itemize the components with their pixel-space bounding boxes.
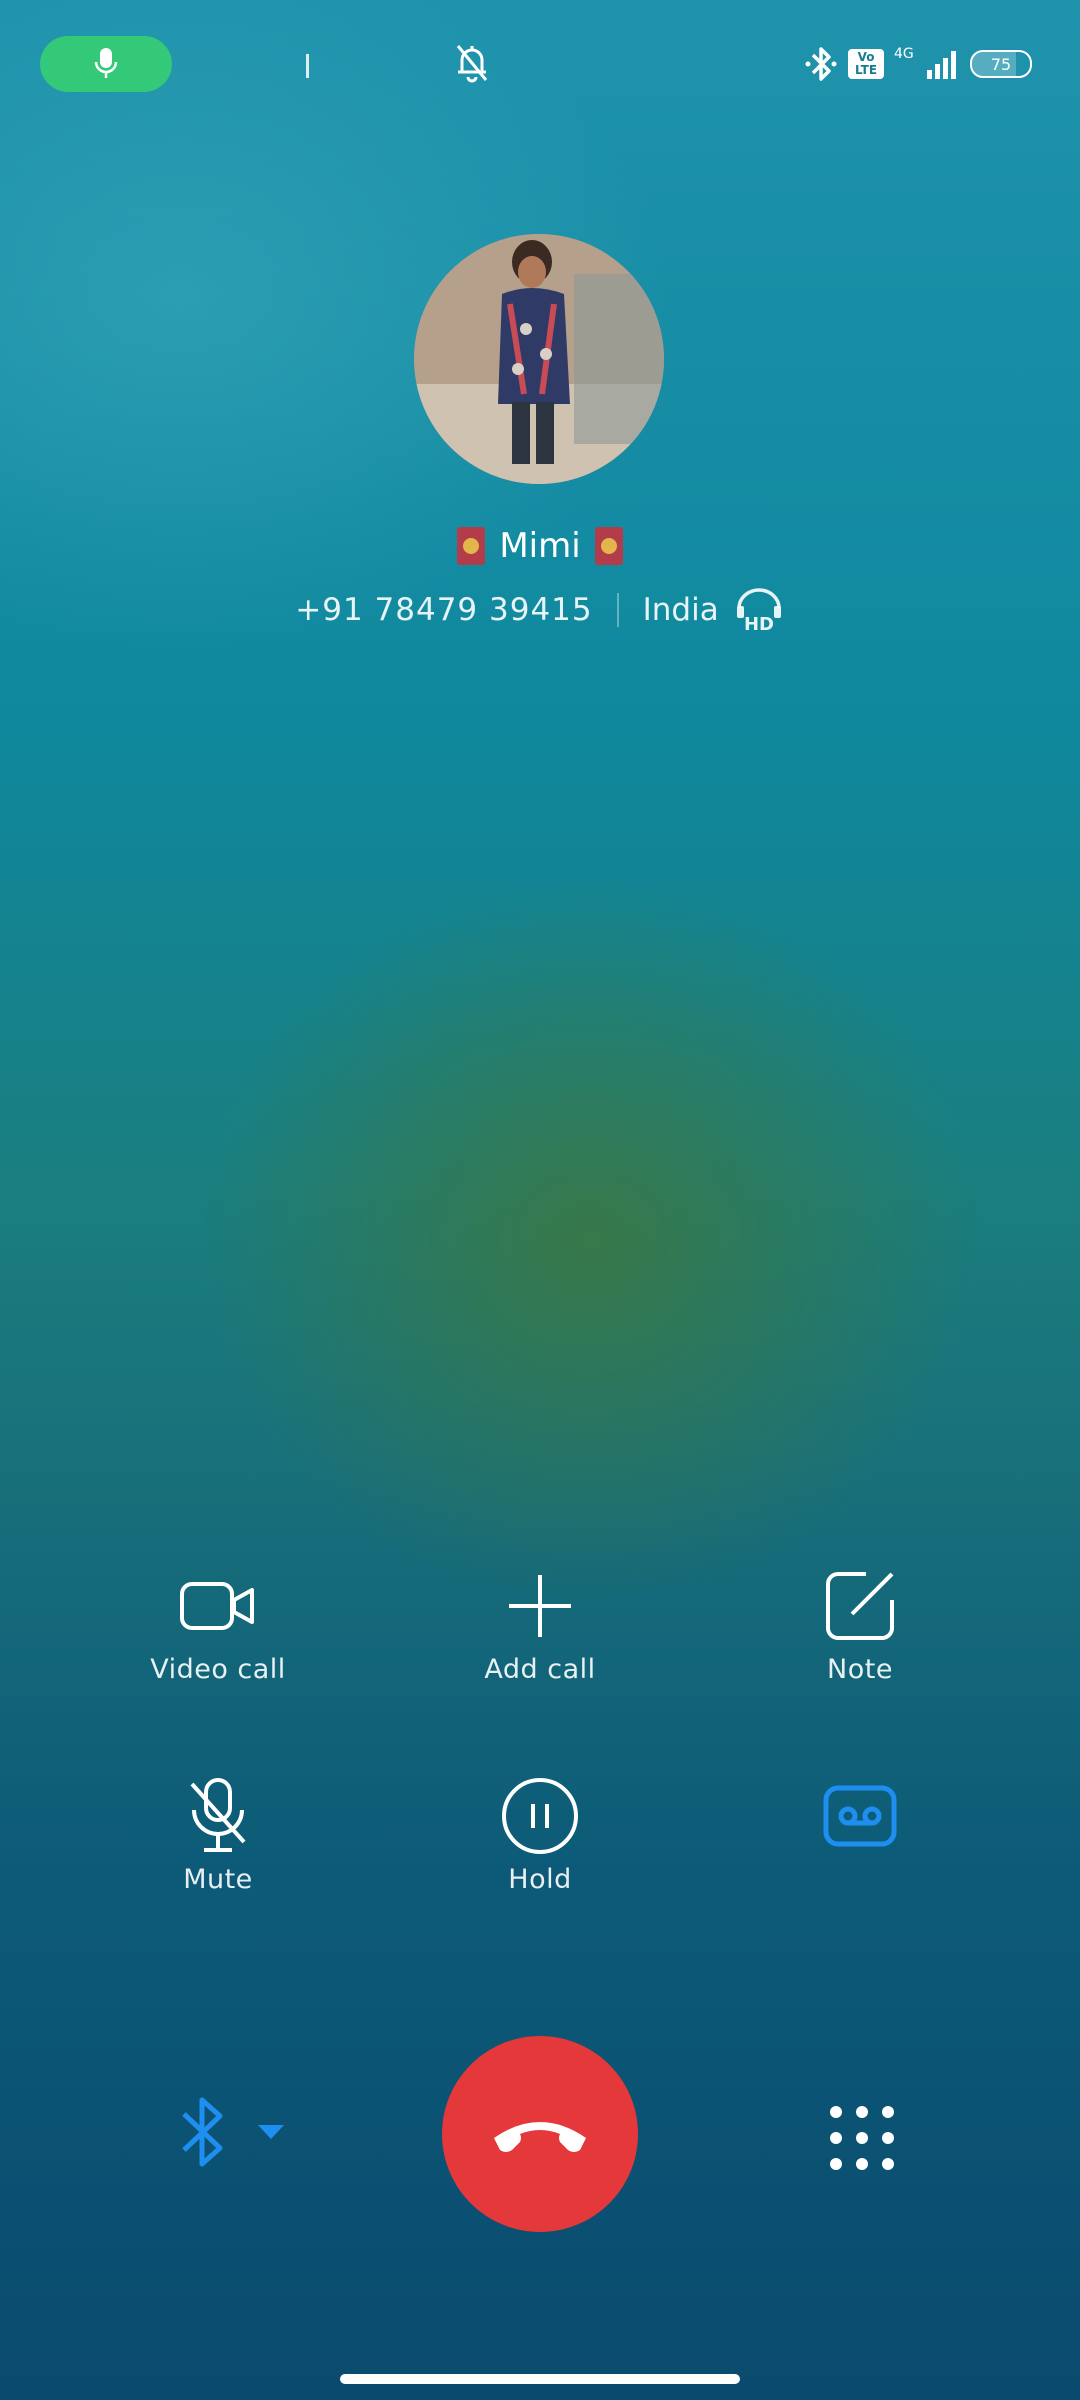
active-call-pill[interactable] bbox=[40, 36, 172, 92]
dialpad-icon[interactable] bbox=[822, 2098, 902, 2178]
end-call-icon bbox=[494, 2122, 586, 2152]
signal-icon bbox=[927, 51, 956, 79]
signal-4g-label: 4G bbox=[894, 46, 914, 62]
status-icons: Vo LTE 4G 75 bbox=[804, 40, 1032, 88]
home-indicator[interactable] bbox=[340, 2374, 740, 2384]
battery-icon: 75 bbox=[970, 50, 1032, 78]
svg-text:HD: HD bbox=[744, 614, 774, 632]
record-icon bbox=[823, 1785, 897, 1847]
phone-number: +91 78479 39415 bbox=[295, 592, 593, 628]
dropdown-triangle-icon bbox=[258, 2125, 284, 2139]
hold-button[interactable]: Hold bbox=[420, 1776, 660, 1895]
note-button[interactable]: Note bbox=[740, 1566, 980, 1685]
envelope-emoji-icon bbox=[457, 527, 486, 565]
video-call-icon bbox=[180, 1582, 254, 1630]
add-call-icon bbox=[509, 1575, 571, 1637]
video-call-label: Video call bbox=[150, 1654, 286, 1685]
mute-button[interactable]: Mute bbox=[98, 1776, 338, 1895]
hold-icon bbox=[502, 1778, 578, 1854]
contact-name-row: Mimi bbox=[0, 526, 1080, 566]
hd-voice-icon: HD bbox=[736, 588, 781, 632]
note-label: Note bbox=[827, 1654, 893, 1685]
end-call-button[interactable] bbox=[442, 2036, 638, 2232]
bluetooth-icon bbox=[182, 2097, 223, 2167]
bluetooth-icon bbox=[805, 47, 837, 81]
video-call-button[interactable]: Video call bbox=[98, 1566, 338, 1685]
audio-route-button[interactable] bbox=[176, 2092, 306, 2172]
record-button[interactable] bbox=[740, 1776, 980, 1864]
volte-icon: Vo LTE bbox=[848, 49, 884, 79]
contact-name: Mimi bbox=[499, 526, 581, 566]
info-divider bbox=[616, 593, 619, 627]
bell-off-icon bbox=[456, 45, 488, 83]
contact-location: India bbox=[642, 592, 719, 628]
mic-icon bbox=[94, 48, 118, 78]
add-call-label: Add call bbox=[484, 1654, 596, 1685]
mute-icon bbox=[190, 1778, 246, 1852]
contact-info-row: +91 78479 39415 India HD bbox=[0, 588, 1080, 632]
hold-label: Hold bbox=[508, 1864, 572, 1895]
note-icon bbox=[826, 1572, 894, 1640]
mute-label: Mute bbox=[183, 1864, 253, 1895]
status-divider bbox=[306, 54, 309, 78]
add-call-button[interactable]: Add call bbox=[420, 1566, 660, 1685]
envelope-emoji-icon bbox=[594, 527, 623, 565]
contact-avatar bbox=[414, 234, 664, 484]
